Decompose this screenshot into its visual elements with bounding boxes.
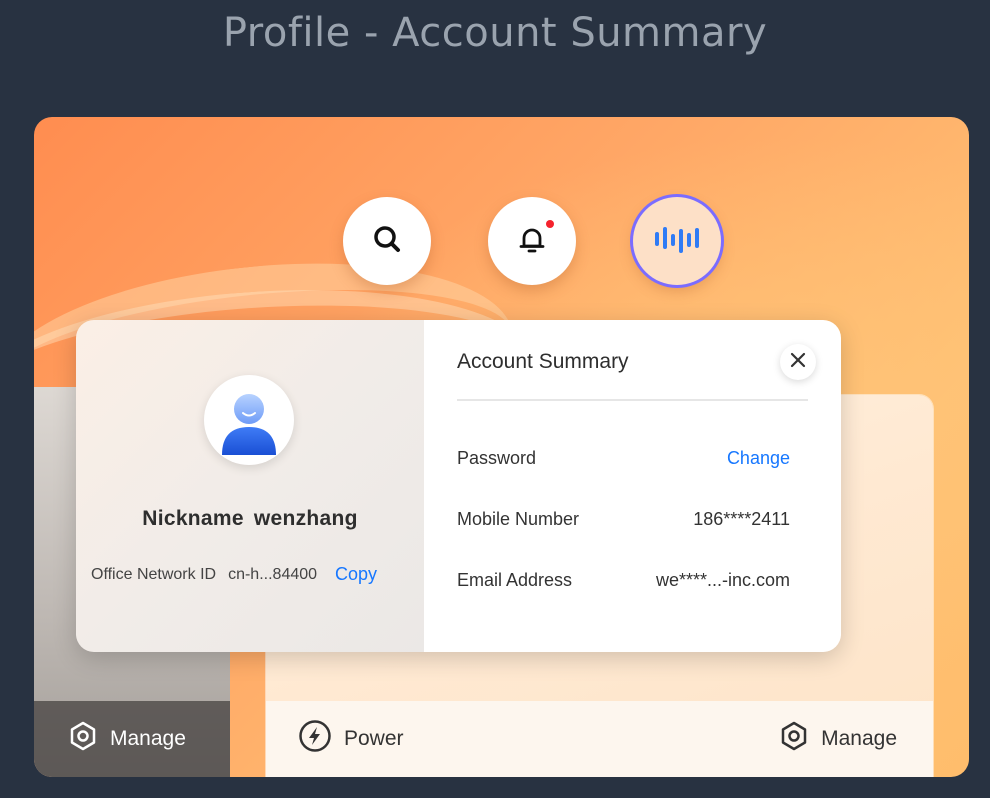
password-row: Password Change xyxy=(457,448,790,469)
mobile-number-label: Mobile Number xyxy=(457,509,580,529)
manage-hexagon-icon xyxy=(779,721,809,757)
close-button[interactable] xyxy=(780,344,816,380)
title-divider xyxy=(457,399,808,401)
right-manage-button[interactable]: Manage xyxy=(779,721,897,757)
profile-card: Nickname wenzhang Office Network ID cn-h.… xyxy=(76,320,424,652)
office-network-value: cn-h...84400 xyxy=(228,565,318,583)
left-manage-bar[interactable]: Manage xyxy=(34,701,230,777)
voice-assistant-button[interactable] xyxy=(633,197,721,285)
close-icon xyxy=(789,351,807,374)
mobile-number-row: Mobile Number 186****2411 xyxy=(457,509,790,530)
power-icon xyxy=(298,719,332,759)
account-summary-popup: Nickname wenzhang Office Network ID cn-h.… xyxy=(76,320,841,652)
voice-assistant-icon xyxy=(652,222,702,261)
search-icon xyxy=(370,222,404,261)
nickname-label: Nickname xyxy=(142,507,244,530)
office-network-label: Office Network ID xyxy=(91,565,217,583)
notification-badge-dot xyxy=(546,220,554,228)
change-password-link[interactable]: Change xyxy=(727,448,790,469)
avatar xyxy=(204,375,294,465)
copy-link[interactable]: Copy xyxy=(335,564,377,585)
mobile-number-value: 186****2411 xyxy=(693,509,790,529)
account-summary-title: Account Summary xyxy=(457,350,629,373)
account-summary-panel: Account Summary Password Change Mobile N… xyxy=(424,320,841,652)
manage-hexagon-icon xyxy=(68,721,98,757)
office-network-row: Office Network ID cn-h...84400 Copy xyxy=(91,564,421,585)
search-button[interactable] xyxy=(343,197,431,285)
page-title: Profile - Account Summary xyxy=(222,10,768,56)
notification-button[interactable] xyxy=(488,197,576,285)
nickname-row: Nickname wenzhang xyxy=(76,507,424,531)
email-address-value: we****...-inc.com xyxy=(655,570,790,590)
power-button[interactable]: Power xyxy=(298,719,404,759)
email-address-label: Email Address xyxy=(457,570,573,590)
bell-icon xyxy=(515,222,549,261)
password-label: Password xyxy=(457,448,537,468)
power-label: Power xyxy=(344,727,404,750)
email-address-row: Email Address we****...-inc.com xyxy=(457,570,790,591)
left-manage-label: Manage xyxy=(110,727,186,750)
right-action-bar: Power Manage xyxy=(266,701,933,777)
nickname-value: wenzhang xyxy=(253,507,358,530)
right-manage-label: Manage xyxy=(821,727,897,750)
